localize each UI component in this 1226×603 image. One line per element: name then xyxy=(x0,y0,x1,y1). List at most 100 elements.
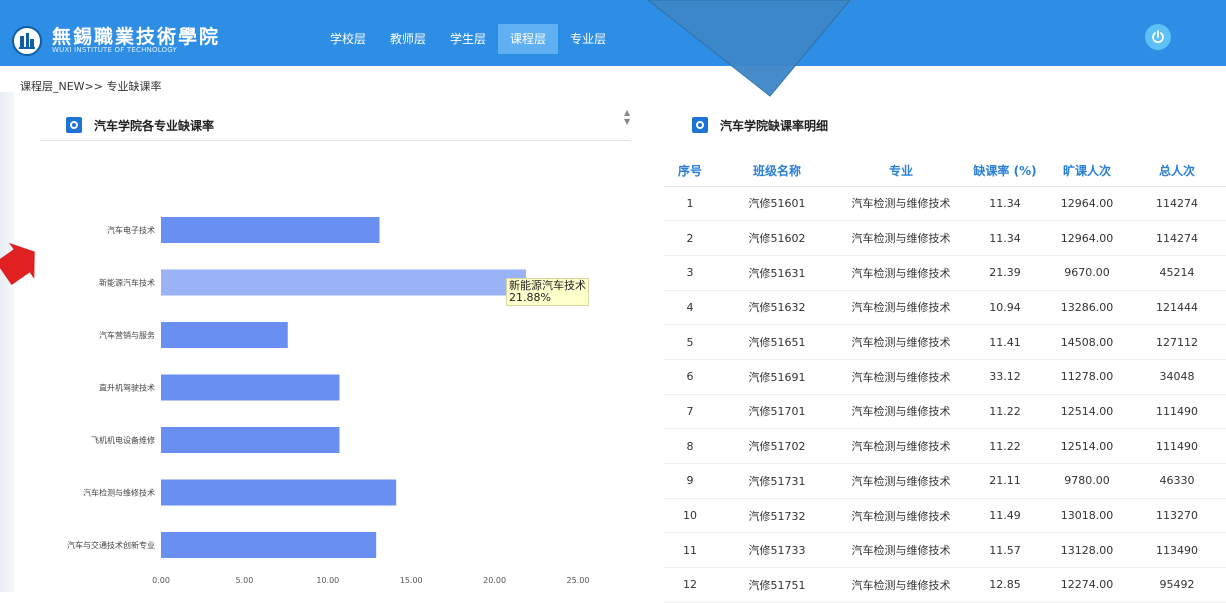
table-cell: 12964.00 xyxy=(1046,186,1128,222)
bar[interactable] xyxy=(161,532,377,558)
panel-icon xyxy=(692,117,708,133)
table-row[interactable]: 5 汽修51651 汽车检测与维修技术 11.41 14508.00 127112 xyxy=(664,324,1226,360)
table-cell: 9780.00 xyxy=(1046,463,1128,499)
category-label: 汽车营销与服务 xyxy=(99,330,155,340)
bar-chart: 汽车电子技术新能源汽车技术 汽车营销与服务 直升机驾驶技术飞机机电设备维修汽车检测与… xyxy=(14,150,640,592)
table-cell: 10 xyxy=(664,498,716,534)
table-cell: 34048 xyxy=(1128,359,1226,395)
table-cell: 11.34 xyxy=(964,186,1046,222)
table-cell: 14508.00 xyxy=(1046,324,1128,360)
table-cell: 113270 xyxy=(1128,498,1226,534)
category-label: 直升机驾驶技术 xyxy=(99,383,155,393)
table-cell: 12 xyxy=(664,567,716,603)
table-cell: 汽修51702 xyxy=(716,428,838,464)
right-panel-title: 汽车学院缺课率明细 xyxy=(720,118,829,133)
table-cell: 汽车检测与维修技术 xyxy=(838,359,964,395)
table-cell: 11.22 xyxy=(964,394,1046,430)
table-cell: 11.57 xyxy=(964,532,1046,569)
table-cell: 11.49 xyxy=(964,498,1046,534)
table-row[interactable]: 1 汽修51601 汽车检测与维修技术 11.34 12964.00 114274 xyxy=(664,186,1226,222)
table-cell: 114274 xyxy=(1128,186,1226,222)
x-tick-label: 5.00 xyxy=(235,576,253,585)
table-cell: 汽车检测与维修技术 xyxy=(838,255,964,291)
table-cell: 46330 xyxy=(1128,463,1226,499)
annotation-pointer-shape xyxy=(647,0,851,97)
bar[interactable] xyxy=(161,322,288,348)
category-label: 汽车电子技术 xyxy=(107,225,155,235)
column-header[interactable]: 专业 xyxy=(838,156,964,187)
table-cell: 12.85 xyxy=(964,567,1046,603)
column-header[interactable]: 班级名称 xyxy=(716,156,838,187)
table-cell: 3 xyxy=(664,255,716,291)
table-cell: 汽修51651 xyxy=(716,324,838,360)
bar[interactable] xyxy=(161,269,526,296)
x-tick-label: 15.00 xyxy=(400,576,423,585)
table-row[interactable]: 3 汽修51631 汽车检测与维修技术 21.39 9670.00 45214 xyxy=(664,255,1226,291)
table-cell: 汽修51602 xyxy=(716,220,838,256)
table-cell: 汽修51601 xyxy=(716,186,838,222)
table-cell: 11.34 xyxy=(964,220,1046,256)
bar[interactable] xyxy=(161,217,380,243)
table-cell: 114274 xyxy=(1128,220,1226,256)
bar[interactable] xyxy=(161,479,397,506)
table-cell: 11.41 xyxy=(964,324,1046,360)
table-cell: 9 xyxy=(664,463,716,499)
table-cell: 汽修51701 xyxy=(716,394,838,430)
table-cell: 汽修51751 xyxy=(716,567,838,603)
table-cell: 5 xyxy=(664,324,716,360)
column-header[interactable]: 缺课率 (%) xyxy=(964,156,1046,187)
x-tick-label: 25.00 xyxy=(567,576,590,585)
category-label: 汽车检测与维修技术 xyxy=(83,488,155,498)
column-header[interactable]: 旷课人次 xyxy=(1046,156,1128,187)
tooltip-value: 21.88% xyxy=(509,291,551,304)
table-cell: 7 xyxy=(664,394,716,430)
category-label: 飞机机电设备维修 xyxy=(91,435,155,445)
table-cell: 21.11 xyxy=(964,463,1046,499)
table-cell: 汽修51691 xyxy=(716,359,838,395)
table-row[interactable]: 11 汽修51733 汽车检测与维修技术 11.57 13128.00 113490 xyxy=(664,532,1226,569)
bar[interactable] xyxy=(161,374,340,401)
category-label: 新能源汽车技术 xyxy=(99,278,155,288)
table-cell: 2 xyxy=(664,220,716,256)
table-cell: 8 xyxy=(664,428,716,464)
panel-icon xyxy=(66,117,82,133)
x-tick-label: 10.00 xyxy=(316,576,339,585)
table-cell: 汽车检测与维修技术 xyxy=(838,186,964,222)
table-cell: 45214 xyxy=(1128,255,1226,291)
column-header[interactable]: 总人次 xyxy=(1128,156,1226,187)
x-tick-label: 0.00 xyxy=(152,576,170,585)
table-row[interactable]: 6 汽修51691 汽车检测与维修技术 33.12 11278.00 34048 xyxy=(664,359,1226,395)
table-header-row: 序号 班级名称 专业 缺课率 (%) 旷课人次 总人次 xyxy=(664,156,1226,187)
table-cell: 95492 xyxy=(1128,567,1226,603)
chart-svg: 汽车电子技术新能源汽车技术汽车营销与服务直升机驾驶技术飞机机电设备维修汽车检测与… xyxy=(67,217,590,585)
table-row[interactable]: 12 汽修51751 汽车检测与维修技术 12.85 12274.00 95492 xyxy=(664,567,1226,603)
table-cell: 汽车检测与维修技术 xyxy=(838,567,964,603)
table-cell: 121444 xyxy=(1128,290,1226,326)
table-row[interactable]: 9 汽修51731 汽车检测与维修技术 21.11 9780.00 46330 xyxy=(664,463,1226,499)
table-cell: 汽车检测与维修技术 xyxy=(838,463,964,499)
table-row[interactable]: 4 汽修51632 汽车检测与维修技术 10.94 13286.00 121444 xyxy=(664,290,1226,326)
table-cell: 11 xyxy=(664,532,716,569)
table-row[interactable]: 2 汽修51602 汽车检测与维修技术 11.34 12964.00 114274 xyxy=(664,220,1226,256)
table-cell: 汽修51631 xyxy=(716,255,838,291)
detail-table: 序号 班级名称 专业 缺课率 (%) 旷课人次 总人次 1 汽修51601 汽车检测与维修技术… xyxy=(664,156,1226,603)
table-cell: 113490 xyxy=(1128,532,1226,569)
table-cell: 汽修51632 xyxy=(716,290,838,326)
table-cell: 12514.00 xyxy=(1046,394,1128,430)
table-cell: 13286.00 xyxy=(1046,290,1128,326)
x-tick-label: 20.00 xyxy=(483,576,506,585)
divider xyxy=(40,140,630,141)
table-cell: 6 xyxy=(664,359,716,395)
table-cell: 汽修51732 xyxy=(716,498,838,534)
category-label: 汽车与交通技术创新专业 xyxy=(67,540,155,550)
table-cell: 11.22 xyxy=(964,428,1046,464)
bar[interactable] xyxy=(161,427,340,453)
table-row[interactable]: 10 汽修51732 汽车检测与维修技术 11.49 13018.00 113270 xyxy=(664,498,1226,534)
left-panel-title: 汽车学院各专业缺课率 xyxy=(94,118,215,133)
scroll-arrows-icon[interactable]: ▲ ▼ xyxy=(624,108,630,126)
table-cell: 汽车检测与维修技术 xyxy=(838,428,964,464)
table-row[interactable]: 7 汽修51701 汽车检测与维修技术 11.22 12514.00 111490 xyxy=(664,394,1226,430)
column-header[interactable]: 序号 xyxy=(664,156,716,187)
table-row[interactable]: 8 汽修51702 汽车检测与维修技术 11.22 12514.00 111490 xyxy=(664,428,1226,464)
right-panel-header: 汽车学院缺课率明细 xyxy=(692,108,828,142)
